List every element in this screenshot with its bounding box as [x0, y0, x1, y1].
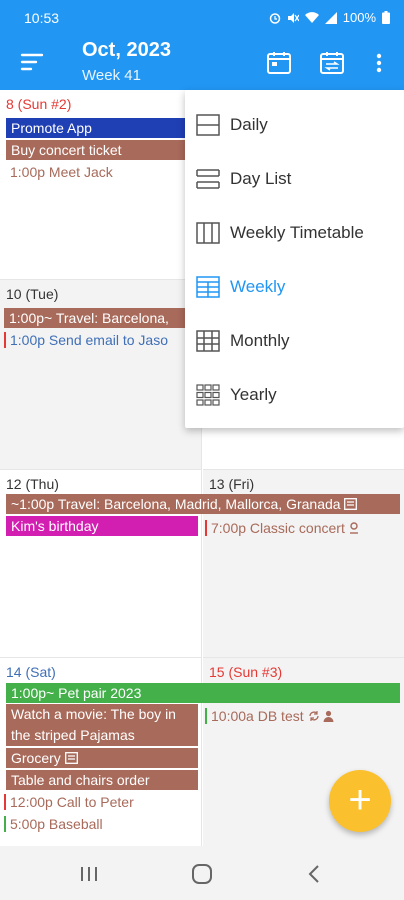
person-icon	[323, 710, 334, 722]
day-cell-tue10[interactable]: 10 (Tue) 1:00p~ Travel: Barcelona, 1:00p…	[0, 280, 202, 470]
menu-item-weekly-timetable[interactable]: Weekly Timetable	[185, 206, 404, 260]
day-list-icon	[196, 169, 220, 189]
home-icon[interactable]	[190, 862, 214, 886]
today-calendar-icon[interactable]	[266, 50, 292, 76]
weekly-timetable-icon	[196, 222, 220, 244]
repeat-icon	[308, 711, 319, 721]
menu-item-label: Daily	[230, 115, 268, 134]
alarm-icon	[269, 12, 280, 24]
weekly-icon	[196, 276, 220, 298]
event-color-bar	[4, 816, 6, 832]
menu-item-label: Monthly	[230, 331, 290, 350]
status-time: 10:53	[24, 10, 60, 26]
wifi-icon	[304, 11, 319, 23]
menu-item-label: Weekly	[230, 277, 286, 296]
event-kims-birthday[interactable]: Kim's birthday	[6, 516, 198, 536]
event-baseball[interactable]: 5:00p Baseball	[4, 814, 202, 834]
event-travel-label: ~1:00p Travel: Barcelona, Madrid, Mallor…	[11, 496, 341, 512]
event-watch-movie[interactable]: Watch a movie: The boy in the striped Pa…	[6, 704, 198, 746]
event-db-test-label: 10:00a DB test	[211, 708, 304, 724]
event-db-test[interactable]: 10:00a DB test	[205, 706, 401, 726]
monthly-icon	[196, 330, 220, 352]
note-icon	[64, 752, 78, 764]
daily-icon	[196, 114, 220, 136]
event-classic-concert-label: 7:00p Classic concert	[211, 520, 345, 536]
day-label: 13 (Fri)	[209, 476, 255, 492]
more-options-icon[interactable]	[367, 50, 391, 76]
event-send-email-label: 1:00p Send email to Jaso	[10, 332, 168, 348]
day-label: 15 (Sun #3)	[209, 664, 283, 680]
recent-apps-icon[interactable]	[77, 862, 101, 886]
menu-item-daily[interactable]: Daily	[185, 98, 404, 152]
signal-icon	[324, 11, 337, 24]
event-classic-concert[interactable]: 7:00p Classic concert	[205, 518, 401, 538]
day-label: 8 (Sun #2)	[6, 96, 72, 112]
menu-item-monthly[interactable]: Monthly	[185, 314, 404, 368]
status-icons: 100%	[269, 10, 390, 25]
event-travel[interactable]: 1:00p~ Travel: Barcelona,	[4, 308, 202, 328]
menu-item-label: Day List	[230, 169, 292, 188]
app-bar: Oct, 2023 Week 41	[0, 34, 404, 90]
menu-item-weekly[interactable]: Weekly	[185, 260, 404, 314]
day-label: 10 (Tue)	[6, 286, 59, 302]
status-bar: 10:53 100%	[0, 0, 404, 34]
event-color-bar	[205, 708, 207, 724]
event-buy-concert-ticket[interactable]: Buy concert ticket	[6, 140, 202, 160]
event-call-peter[interactable]: 12:00p Call to Peter	[4, 792, 202, 812]
page-title[interactable]: Oct, 2023	[82, 39, 171, 62]
menu-item-day-list[interactable]: Day List	[185, 152, 404, 206]
event-travel-multiday[interactable]: ~1:00p Travel: Barcelona, Madrid, Mallor…	[6, 494, 400, 514]
event-table-chairs-order[interactable]: Table and chairs order	[6, 770, 198, 790]
battery-icon	[382, 11, 390, 24]
event-color-bar	[4, 794, 6, 810]
menu-item-label: Weekly Timetable	[230, 223, 364, 242]
location-icon	[349, 522, 358, 534]
event-pet-pair[interactable]: 1:00p~ Pet pair 2023	[6, 683, 400, 703]
system-nav-bar	[0, 846, 404, 900]
event-baseball-label: 5:00p Baseball	[10, 816, 103, 832]
day-label: 14 (Sat)	[6, 664, 56, 680]
view-dropdown-menu: Daily Day List Weekly Timetable Weekly M…	[185, 90, 404, 428]
event-send-email[interactable]: 1:00p Send email to Jaso	[4, 330, 202, 350]
day-label: 12 (Thu)	[6, 476, 59, 492]
mute-icon	[287, 12, 299, 23]
day-cell-sun8[interactable]: 8 (Sun #2) Promote App Buy concert ticke…	[0, 90, 202, 280]
battery-level: 100%	[342, 10, 376, 25]
event-grocery-label: Grocery	[11, 750, 61, 766]
event-color-bar	[205, 520, 207, 536]
page-subtitle: Week 41	[82, 67, 141, 84]
event-meet-jack[interactable]: 1:00p Meet Jack	[4, 162, 202, 182]
event-promote-app[interactable]: Promote App	[6, 118, 202, 138]
event-grocery[interactable]: Grocery	[6, 748, 198, 768]
yearly-icon	[196, 384, 220, 406]
menu-item-label: Yearly	[230, 385, 277, 404]
menu-icon[interactable]	[20, 50, 44, 74]
back-icon[interactable]	[303, 862, 327, 886]
view-switch-icon[interactable]	[319, 50, 345, 76]
menu-item-yearly[interactable]: Yearly	[185, 368, 404, 422]
add-event-fab[interactable]: +	[329, 770, 391, 832]
note-icon	[344, 498, 358, 510]
event-color-bar	[4, 332, 6, 348]
event-call-peter-label: 12:00p Call to Peter	[10, 794, 134, 810]
